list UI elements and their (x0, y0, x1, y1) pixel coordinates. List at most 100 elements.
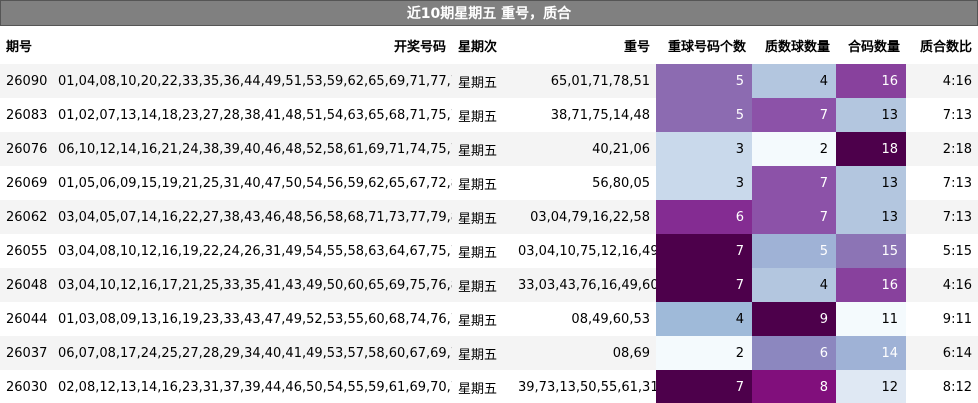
cell-numbers: 01,05,06,09,15,19,21,25,31,40,47,50,54,5… (52, 166, 452, 200)
cell-numbers: 01,03,08,09,13,16,19,23,33,43,47,49,52,5… (52, 302, 452, 336)
cell-repeat-count: 7 (656, 234, 752, 268)
cell-prime-count: 4 (752, 268, 836, 302)
cell-repeat: 08,69 (512, 336, 656, 370)
cell-repeat-count: 7 (656, 268, 752, 302)
cell-repeat: 08,49,60,53 (512, 302, 656, 336)
table-title: 近10期星期五 重号，质合 (0, 0, 978, 26)
cell-repeat: 40,21,06 (512, 132, 656, 166)
cell-composite-count: 12 (836, 370, 906, 403)
cell-repeat-count: 4 (656, 302, 752, 336)
col-header-repeat-count: 重球号码个数 (656, 26, 752, 64)
cell-issue: 26076 (0, 132, 52, 166)
cell-weekday: 星期五 (452, 64, 512, 98)
cell-prime-count: 4 (752, 64, 836, 98)
cell-ratio: 7:13 (906, 200, 978, 234)
cell-repeat-count: 3 (656, 132, 752, 166)
cell-repeat: 39,73,13,50,55,61,31 (512, 370, 656, 403)
cell-prime-count: 7 (752, 166, 836, 200)
cell-repeat-count: 5 (656, 64, 752, 98)
cell-composite-count: 13 (836, 98, 906, 132)
cell-numbers: 03,04,05,07,14,16,22,27,38,43,46,48,56,5… (52, 200, 452, 234)
cell-prime-count: 9 (752, 302, 836, 336)
cell-issue: 26069 (0, 166, 52, 200)
cell-ratio: 4:16 (906, 64, 978, 98)
table-row: 26083 01,02,07,13,14,18,23,27,28,38,41,48… (0, 98, 978, 132)
table-row: 26090 01,04,08,10,20,22,33,35,36,44,49,51… (0, 64, 978, 98)
table-row: 26055 03,04,08,10,12,16,19,22,24,26,31,49… (0, 234, 978, 268)
cell-numbers: 01,04,08,10,20,22,33,35,36,44,49,51,53,5… (52, 64, 452, 98)
cell-composite-count: 15 (836, 234, 906, 268)
cell-prime-count: 8 (752, 370, 836, 403)
cell-repeat: 38,71,75,14,48 (512, 98, 656, 132)
cell-repeat: 03,04,79,16,22,58 (512, 200, 656, 234)
table-row: 26062 03,04,05,07,14,16,22,27,38,43,46,48… (0, 200, 978, 234)
cell-repeat: 33,03,43,76,16,49,60 (512, 268, 656, 302)
results-table: 期号 开奖号码 星期次 重号 重球号码个数 质数球数量 合码数量 质合数比 26… (0, 26, 978, 403)
cell-repeat-count: 7 (656, 370, 752, 403)
cell-weekday: 星期五 (452, 132, 512, 166)
cell-issue: 26083 (0, 98, 52, 132)
cell-ratio: 4:16 (906, 268, 978, 302)
cell-numbers: 03,04,10,12,16,17,21,25,33,35,41,43,49,5… (52, 268, 452, 302)
cell-repeat: 56,80,05 (512, 166, 656, 200)
cell-weekday: 星期五 (452, 234, 512, 268)
cell-composite-count: 18 (836, 132, 906, 166)
cell-weekday: 星期五 (452, 200, 512, 234)
cell-composite-count: 14 (836, 336, 906, 370)
cell-numbers: 01,02,07,13,14,18,23,27,28,38,41,48,51,5… (52, 98, 452, 132)
cell-repeat-count: 3 (656, 166, 752, 200)
cell-numbers: 06,07,08,17,24,25,27,28,29,34,40,41,49,5… (52, 336, 452, 370)
col-header-issue: 期号 (0, 26, 52, 64)
cell-numbers: 02,08,12,13,14,16,23,31,37,39,44,46,50,5… (52, 370, 452, 403)
table-row: 26048 03,04,10,12,16,17,21,25,33,35,41,43… (0, 268, 978, 302)
cell-ratio: 5:15 (906, 234, 978, 268)
col-header-weekday: 星期次 (452, 26, 512, 64)
cell-weekday: 星期五 (452, 268, 512, 302)
table-row: 26044 01,03,08,09,13,16,19,23,33,43,47,49… (0, 302, 978, 336)
col-header-ratio: 质合数比 (906, 26, 978, 64)
cell-ratio: 2:18 (906, 132, 978, 166)
cell-weekday: 星期五 (452, 370, 512, 403)
col-header-prime-count: 质数球数量 (752, 26, 836, 64)
cell-prime-count: 2 (752, 132, 836, 166)
cell-weekday: 星期五 (452, 302, 512, 336)
col-header-repeat: 重号 (512, 26, 656, 64)
table-figure: 近10期星期五 重号，质合 期号 开奖号码 星期次 重号 重球号码个数 质数球数… (0, 0, 978, 403)
cell-weekday: 星期五 (452, 166, 512, 200)
table-row: 26037 06,07,08,17,24,25,27,28,29,34,40,41… (0, 336, 978, 370)
cell-composite-count: 11 (836, 302, 906, 336)
table-row: 26069 01,05,06,09,15,19,21,25,31,40,47,50… (0, 166, 978, 200)
cell-prime-count: 5 (752, 234, 836, 268)
cell-prime-count: 7 (752, 200, 836, 234)
cell-numbers: 06,10,12,14,16,21,24,38,39,40,46,48,52,5… (52, 132, 452, 166)
table-row: 26076 06,10,12,14,16,21,24,38,39,40,46,48… (0, 132, 978, 166)
cell-repeat-count: 2 (656, 336, 752, 370)
cell-ratio: 9:11 (906, 302, 978, 336)
cell-issue: 26062 (0, 200, 52, 234)
cell-repeat-count: 6 (656, 200, 752, 234)
cell-repeat: 03,04,10,75,12,16,49 (512, 234, 656, 268)
cell-weekday: 星期五 (452, 336, 512, 370)
col-header-composite-count: 合码数量 (836, 26, 906, 64)
cell-prime-count: 6 (752, 336, 836, 370)
cell-ratio: 6:14 (906, 336, 978, 370)
cell-issue: 26090 (0, 64, 52, 98)
cell-issue: 26048 (0, 268, 52, 302)
cell-issue: 26037 (0, 336, 52, 370)
cell-numbers: 03,04,08,10,12,16,19,22,24,26,31,49,54,5… (52, 234, 452, 268)
cell-issue: 26044 (0, 302, 52, 336)
cell-repeat-count: 5 (656, 98, 752, 132)
cell-composite-count: 13 (836, 166, 906, 200)
cell-ratio: 8:12 (906, 370, 978, 403)
col-header-numbers: 开奖号码 (52, 26, 452, 64)
cell-ratio: 7:13 (906, 166, 978, 200)
cell-composite-count: 16 (836, 268, 906, 302)
table-row: 26030 02,08,12,13,14,16,23,31,37,39,44,46… (0, 370, 978, 403)
table-body: 26090 01,04,08,10,20,22,33,35,36,44,49,51… (0, 64, 978, 403)
header-row: 期号 开奖号码 星期次 重号 重球号码个数 质数球数量 合码数量 质合数比 (0, 26, 978, 64)
cell-weekday: 星期五 (452, 98, 512, 132)
cell-repeat: 65,01,71,78,51 (512, 64, 656, 98)
cell-issue: 26030 (0, 370, 52, 403)
cell-ratio: 7:13 (906, 98, 978, 132)
cell-composite-count: 13 (836, 200, 906, 234)
